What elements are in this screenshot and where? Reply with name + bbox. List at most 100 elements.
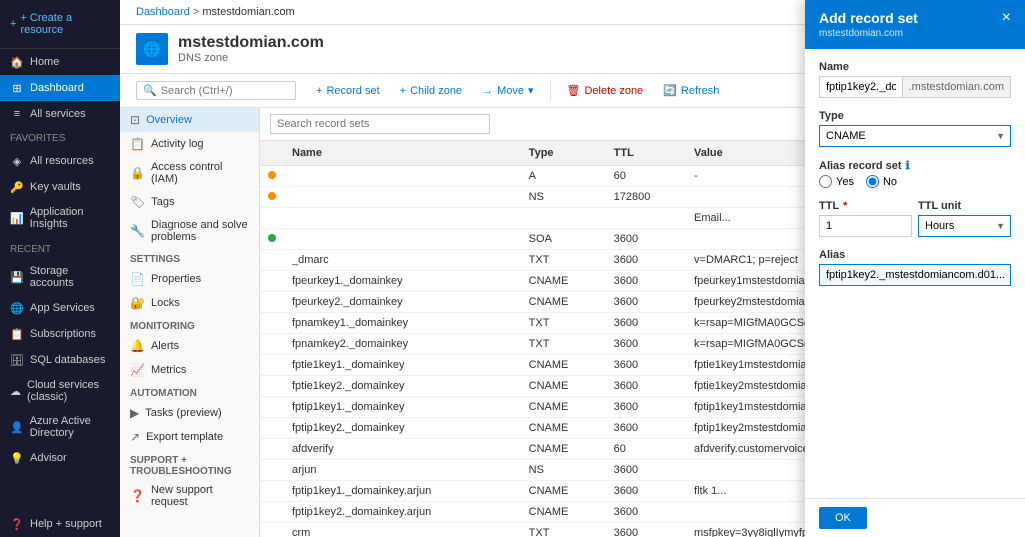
search-icon: 🔍 [143,84,157,97]
row-indicator-cell [260,376,284,397]
nav-alerts[interactable]: 🔔 Alerts [120,334,259,358]
row-name: fpnamkey2._domainkey [284,334,521,355]
refresh-button[interactable]: 🔄 Refresh [655,80,727,101]
search-box[interactable]: 🔍 [136,81,296,100]
nav-tasks[interactable]: ▶ Tasks (preview) [120,401,259,425]
alias-record-set-label: Alias record set ℹ [819,159,1011,172]
row-indicator-cell [260,523,284,537]
sidebar-item-home[interactable]: 🏠 Home [0,49,120,75]
ok-button[interactable]: OK [819,507,867,529]
nav-locks[interactable]: 🔐 Locks [120,291,259,315]
table-search-input[interactable] [270,114,490,134]
sidebar-item-all-services-label: All services [30,108,86,120]
sidebar-item-aad[interactable]: 👤 Azure Active Directory [0,409,120,445]
row-type: NS [521,187,606,208]
nav-alerts-label: Alerts [151,340,179,352]
nav-access-control[interactable]: 🔒 Access control (IAM) [120,156,259,190]
subscriptions-icon: 📋 [10,327,24,341]
row-indicator-cell [260,418,284,439]
row-indicator-cell [260,166,284,187]
nav-properties[interactable]: 📄 Properties [120,267,259,291]
row-ttl: 3600 [606,334,686,355]
resource-icon: 🌐 [136,33,168,65]
sidebar-item-advisor-label: Advisor [30,452,67,464]
sidebar-item-cloud-services[interactable]: ☁ Cloud services (classic) [0,373,120,409]
row-ttl: 3600 [606,418,686,439]
row-indicator-cell [260,229,284,250]
create-resource-button[interactable]: + + Create a resource [10,8,110,40]
nav-diagnose[interactable]: 🔧 Diagnose and solve problems [120,214,259,248]
ttl-unit-select[interactable]: Seconds Minutes Hours Days [918,215,1011,237]
col-ttl[interactable]: TTL [606,141,686,166]
delete-zone-button[interactable]: 🗑 Delete zone [559,80,652,101]
sidebar-item-app-services[interactable]: 🌐 App Services [0,295,120,321]
nav-new-support-label: New support request [151,484,249,508]
move-button[interactable]: → Move ▾ [474,80,541,101]
nav-overview-label: Overview [146,114,192,126]
row-type: CNAME [521,418,606,439]
sidebar-item-advisor[interactable]: 💡 Advisor [0,445,120,471]
row-indicator-cell [260,439,284,460]
sidebar-item-all-resources[interactable]: ◈ All resources [0,148,120,174]
row-name: fptie1key2._domainkey [284,376,521,397]
row-ttl: 3600 [606,460,686,481]
favorites-section-label: FAVORITES [0,129,120,148]
alias-no-radio[interactable]: No [866,175,897,188]
alias-label: Alias [819,249,1011,261]
ttl-input[interactable] [819,215,912,237]
alias-field-group: Alias [819,249,1011,286]
sidebar-item-dashboard[interactable]: ⊞ Dashboard [0,75,120,101]
plus-icon: + [10,18,16,30]
sidebar-item-sql-db[interactable]: 🗄 SQL databases [0,347,120,373]
name-input[interactable] [820,77,902,97]
alias-input[interactable] [819,264,1011,286]
sidebar-item-subscriptions[interactable]: 📋 Subscriptions [0,321,120,347]
storage-icon: 💾 [10,270,24,284]
alias-yes-radio[interactable]: Yes [819,175,854,188]
sidebar-item-home-label: Home [30,56,59,68]
nav-locks-label: Locks [151,297,180,309]
ttl-unit-label: TTL unit [918,200,1011,212]
row-type: CNAME [521,355,606,376]
row-indicator-cell [260,397,284,418]
type-select-wrapper: CNAME A AAAA CAA MX NS PTR SOA SRV TXT [819,125,1011,147]
sidebar-item-all-services[interactable]: ≡ All services [0,101,120,127]
sidebar-item-app-insights[interactable]: 📊 Application Insights [0,200,120,236]
row-ttl: 3600 [606,313,686,334]
search-container: 🔍 [136,81,296,100]
col-type[interactable]: Type [521,141,606,166]
status-orange-dot [268,192,276,200]
row-ttl: 3600 [606,481,686,502]
alias-no-input[interactable] [866,175,879,188]
child-zone-button[interactable]: + Child zone [392,81,470,101]
name-label: Name [819,61,1011,73]
nav-tags[interactable]: 🏷 Tags [120,190,259,214]
row-indicator-cell [260,187,284,208]
record-set-button[interactable]: + Record set [308,81,388,101]
row-indicator-cell [260,502,284,523]
support-section: Support + troubleshooting [120,449,259,479]
ttl-input-group: TTL * [819,200,912,237]
row-indicator-cell [260,460,284,481]
help-icon: ❓ [10,517,24,531]
sidebar-item-storage[interactable]: 💾 Storage accounts [0,259,120,295]
nav-overview[interactable]: ⊡ Overview [120,108,259,132]
sidebar-item-help[interactable]: ❓ Help + support [0,511,120,537]
alias-yes-input[interactable] [819,175,832,188]
alias-info-icon[interactable]: ℹ [906,159,910,172]
nav-metrics[interactable]: 📈 Metrics [120,358,259,382]
sidebar-item-key-vaults[interactable]: 🔑 Key vaults [0,174,120,200]
nav-export[interactable]: ↗ Export template [120,425,259,449]
panel-close-button[interactable]: × [1002,10,1011,26]
row-type: TXT [521,334,606,355]
type-select[interactable]: CNAME A AAAA CAA MX NS PTR SOA SRV TXT [819,125,1011,147]
search-input[interactable] [161,85,289,97]
row-name: afdverify [284,439,521,460]
row-name: fpeurkey1._domainkey [284,271,521,292]
col-name[interactable]: Name [284,141,521,166]
row-ttl: 3600 [606,502,686,523]
nav-activity-log[interactable]: 📋 Activity log [120,132,259,156]
row-ttl: 172800 [606,187,686,208]
nav-new-support[interactable]: ❓ New support request [120,479,259,513]
breadcrumb-parent[interactable]: Dashboard [136,6,190,18]
